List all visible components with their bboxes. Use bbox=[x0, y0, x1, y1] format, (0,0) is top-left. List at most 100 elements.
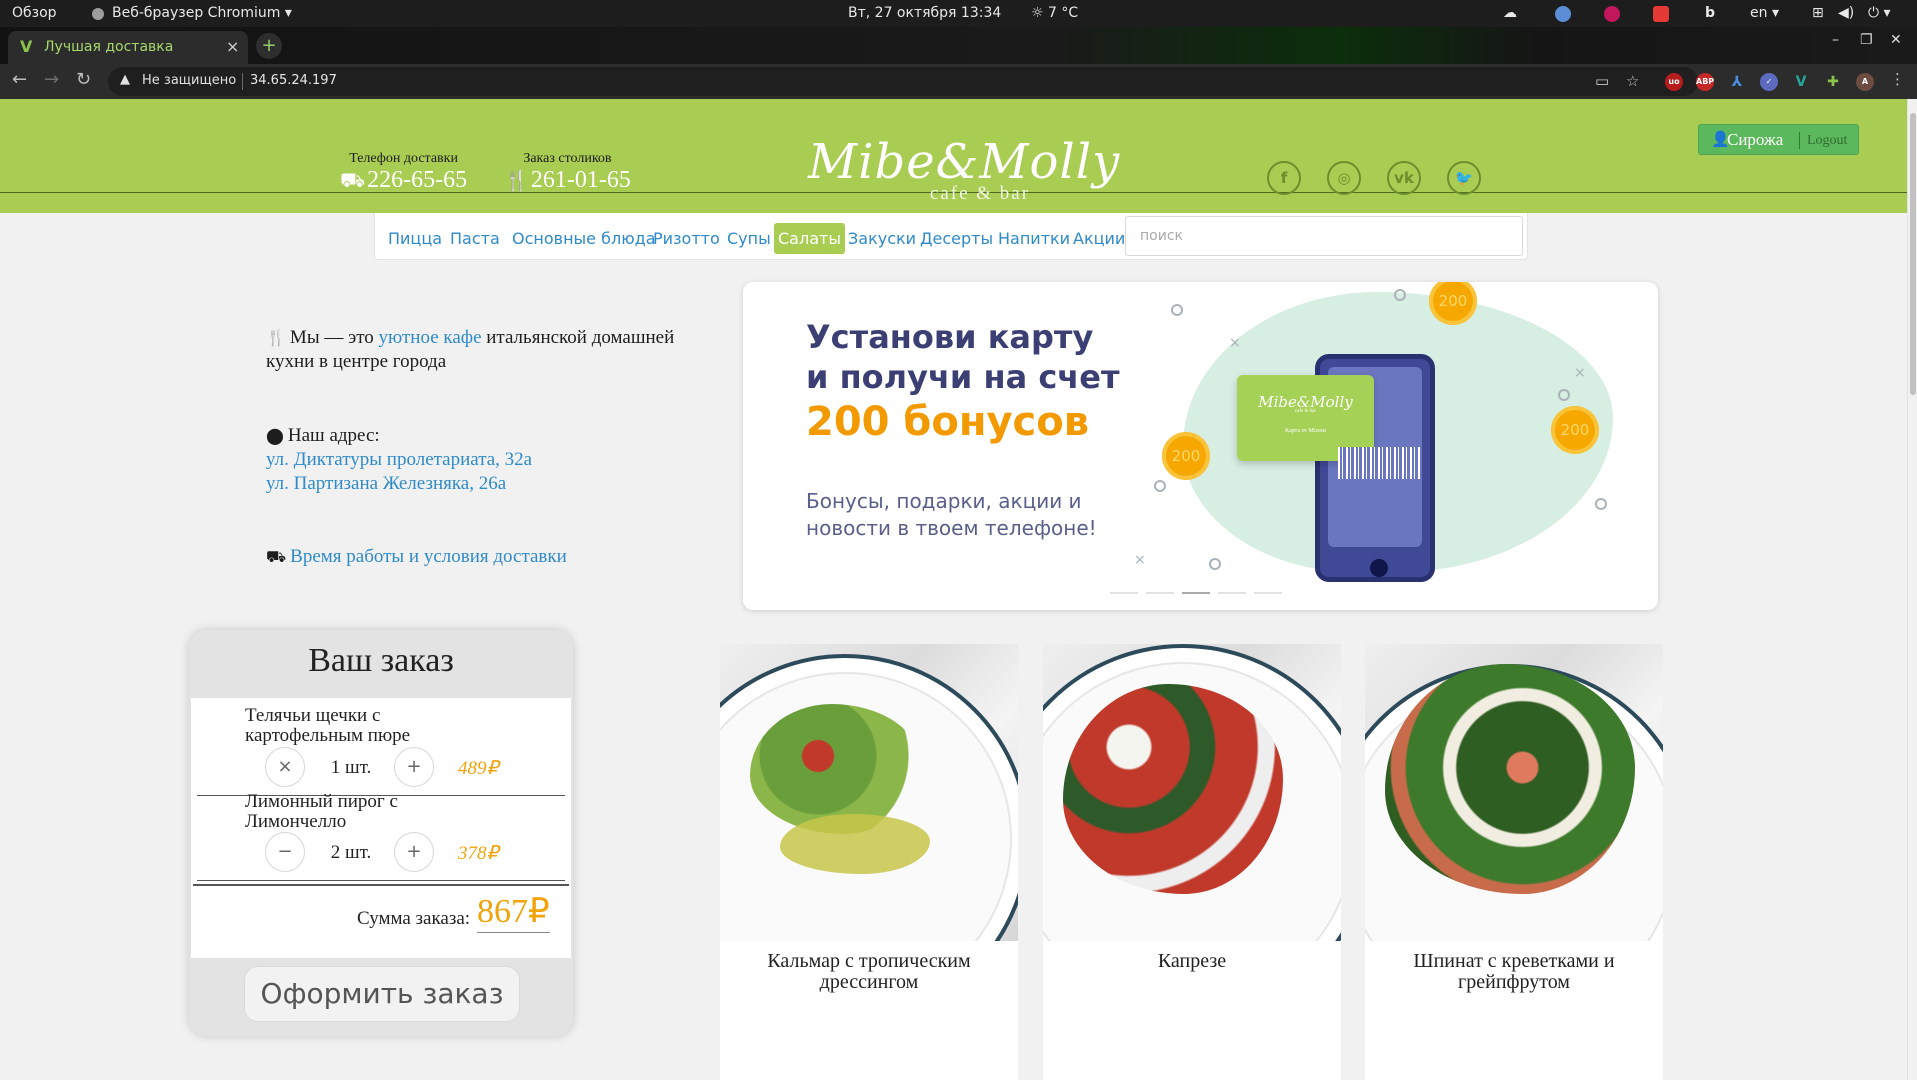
browser-tab[interactable]: V Лучшая доставка × bbox=[8, 31, 248, 64]
tray-app-icon[interactable] bbox=[1555, 6, 1571, 22]
extensions-puzzle-icon[interactable]: ✚ bbox=[1824, 73, 1842, 91]
nav-item-drinks[interactable]: Напитки bbox=[994, 223, 1074, 254]
menu-kebab-icon[interactable]: ⋮ bbox=[1890, 70, 1905, 88]
phone-home-button bbox=[1370, 559, 1388, 577]
product-name[interactable]: Капрезе bbox=[1053, 951, 1331, 972]
forward-icon[interactable]: → bbox=[44, 69, 59, 90]
reload-icon[interactable]: ↻ bbox=[76, 69, 91, 90]
cutlery-icon: 🍴 bbox=[504, 170, 529, 192]
product-name[interactable]: Шпинат с креветками и грейпфрутом bbox=[1375, 951, 1653, 993]
decrease-qty-button[interactable]: − bbox=[265, 832, 305, 872]
user-name[interactable]: Сирожа bbox=[1727, 130, 1783, 150]
vue-extension-icon[interactable]: V bbox=[1792, 73, 1810, 91]
promo-banner-carousel[interactable]: Установи карту и получи на счет 200 бону… bbox=[743, 282, 1658, 610]
order-item-price: 378₽ bbox=[458, 843, 499, 864]
os-top-bar: Обзор Веб-браузер Chromium ▾ Вт, 27 октя… bbox=[0, 0, 1917, 27]
address-bar[interactable]: ▲ Не защищено 34.65.24.197 ▭ ☆ bbox=[108, 67, 1698, 96]
clock[interactable]: Вт, 27 октября 13:34 bbox=[848, 5, 1001, 21]
activities-button[interactable]: Обзор bbox=[12, 5, 57, 21]
cast-icon[interactable]: ▭ bbox=[1595, 72, 1609, 90]
bing-icon[interactable]: b bbox=[1705, 5, 1715, 21]
address-link-2[interactable]: ул. Партизана Железняка, 26а bbox=[266, 473, 506, 494]
power-icon[interactable]: ⏻ ▾ bbox=[1868, 5, 1891, 21]
dressing-shape bbox=[780, 814, 930, 874]
close-window-icon[interactable]: ✕ bbox=[1890, 32, 1902, 48]
product-image[interactable] bbox=[1043, 644, 1341, 941]
minimize-icon[interactable]: – bbox=[1832, 32, 1839, 48]
product-card[interactable]: Капрезе bbox=[1043, 644, 1341, 1080]
facebook-icon[interactable]: f bbox=[1267, 161, 1301, 195]
network-icon[interactable]: ⊞ bbox=[1812, 5, 1824, 21]
remove-item-button[interactable]: × bbox=[265, 747, 305, 787]
volume-icon[interactable]: ◀) bbox=[1838, 5, 1854, 21]
delivery-phone-number: 226-65-65 bbox=[367, 167, 468, 193]
delivery-phone-link[interactable]: ⛟226-65-65 bbox=[340, 167, 467, 195]
nav-item-soups[interactable]: Супы bbox=[723, 223, 775, 254]
tray-app-icon-3[interactable] bbox=[1653, 6, 1669, 22]
carousel-dot[interactable] bbox=[1254, 592, 1282, 594]
warning-icon[interactable]: ▲ bbox=[120, 72, 130, 87]
app-menu[interactable]: Веб-браузер Chromium ▾ bbox=[112, 5, 292, 21]
instagram-icon[interactable]: ◎ bbox=[1327, 161, 1361, 195]
weather-indicator[interactable]: ☼ 7 °C bbox=[1031, 5, 1078, 21]
profile-avatar[interactable]: A bbox=[1856, 73, 1874, 91]
omnibox-divider bbox=[242, 73, 243, 90]
delivery-phone-block: Телефон доставки ⛟226-65-65 bbox=[340, 151, 467, 195]
cozy-cafe-link[interactable]: уютное кафе bbox=[379, 327, 482, 348]
back-icon[interactable]: ← bbox=[12, 69, 27, 90]
maximize-icon[interactable]: ❐ bbox=[1860, 32, 1873, 48]
page-scrollbar[interactable] bbox=[1907, 99, 1917, 1080]
cutlery-icon: 🍴 bbox=[266, 328, 286, 347]
language-label: en bbox=[1750, 5, 1768, 21]
increase-qty-button[interactable]: + bbox=[394, 747, 434, 787]
product-name[interactable]: Кальмар с тропическим дрессингом bbox=[730, 951, 1008, 993]
new-tab-button[interactable]: + bbox=[256, 33, 282, 59]
carousel-dot-active[interactable] bbox=[1182, 592, 1210, 594]
nav-item-risotto[interactable]: Ризотто bbox=[649, 223, 724, 254]
product-image[interactable] bbox=[1365, 644, 1663, 941]
vk-icon[interactable]: vk bbox=[1387, 161, 1421, 195]
table-phone-link[interactable]: 🍴261-01-65 bbox=[504, 167, 631, 194]
nav-item-promotions[interactable]: Акции bbox=[1069, 223, 1129, 254]
bookmark-star-icon[interactable]: ☆ bbox=[1626, 72, 1639, 90]
checkout-button[interactable]: Оформить заказ bbox=[244, 966, 520, 1022]
address-block: ⬤ Наш адрес: ул. Диктатуры пролетариата, … bbox=[266, 424, 532, 496]
food-shape bbox=[1385, 664, 1635, 894]
extension-icon[interactable]: ⅄ bbox=[1728, 73, 1746, 91]
logout-link[interactable]: Logout bbox=[1807, 133, 1847, 149]
logo-text: Mibe&Molly bbox=[808, 134, 1121, 190]
address-link-1[interactable]: ул. Диктатуры пролетариата, 32а bbox=[266, 449, 532, 470]
tab-close-icon[interactable]: × bbox=[226, 37, 239, 56]
increase-qty-button[interactable]: + bbox=[394, 832, 434, 872]
ublock-extension-icon[interactable]: uo bbox=[1665, 73, 1683, 91]
carousel-dot[interactable] bbox=[1110, 592, 1138, 594]
scrollbar-thumb[interactable] bbox=[1910, 113, 1916, 395]
url-text[interactable]: 34.65.24.197 bbox=[250, 73, 337, 88]
site-logo[interactable]: Mibe&Molly cafe & bar bbox=[808, 134, 1121, 205]
delivery-conditions-link[interactable]: Время работы и условия доставки bbox=[290, 546, 567, 567]
nav-item-snacks[interactable]: Закуски bbox=[844, 223, 920, 254]
product-image[interactable] bbox=[720, 644, 1018, 941]
site-header: Телефон доставки ⛟226-65-65 Заказ столик… bbox=[0, 99, 1907, 213]
adblock-extension-icon[interactable]: ABP bbox=[1696, 73, 1714, 91]
carousel-dot[interactable] bbox=[1146, 592, 1174, 594]
nav-item-main-dishes[interactable]: Основные блюда bbox=[508, 223, 660, 254]
food-shape bbox=[1063, 684, 1283, 894]
nav-item-salads[interactable]: Салаты bbox=[774, 223, 845, 254]
carousel-dot[interactable] bbox=[1218, 592, 1246, 594]
extension-check-icon[interactable]: ✓ bbox=[1760, 73, 1778, 91]
search-input[interactable] bbox=[1125, 216, 1523, 256]
user-account-button[interactable]: 👤 Сирожа Logout bbox=[1698, 124, 1859, 155]
tray-app-icon-2[interactable] bbox=[1604, 6, 1620, 22]
product-card[interactable]: Шпинат с креветками и грейпфрутом bbox=[1365, 644, 1663, 1080]
twitter-icon[interactable]: 🐦 bbox=[1447, 161, 1481, 195]
nav-item-pizza[interactable]: Пицца bbox=[384, 223, 446, 254]
nav-item-pasta[interactable]: Паста bbox=[446, 223, 504, 254]
banner-bonus: 200 бонусов bbox=[806, 399, 1090, 445]
nav-item-desserts[interactable]: Десерты bbox=[916, 223, 997, 254]
language-indicator[interactable]: en ▾ bbox=[1750, 5, 1779, 21]
cloud-icon[interactable]: ☁ bbox=[1503, 5, 1517, 21]
security-label[interactable]: Не защищено bbox=[142, 73, 236, 88]
table-phone-label: Заказ столиков bbox=[523, 151, 612, 166]
product-card[interactable]: Кальмар с тропическим дрессингом bbox=[720, 644, 1018, 1080]
